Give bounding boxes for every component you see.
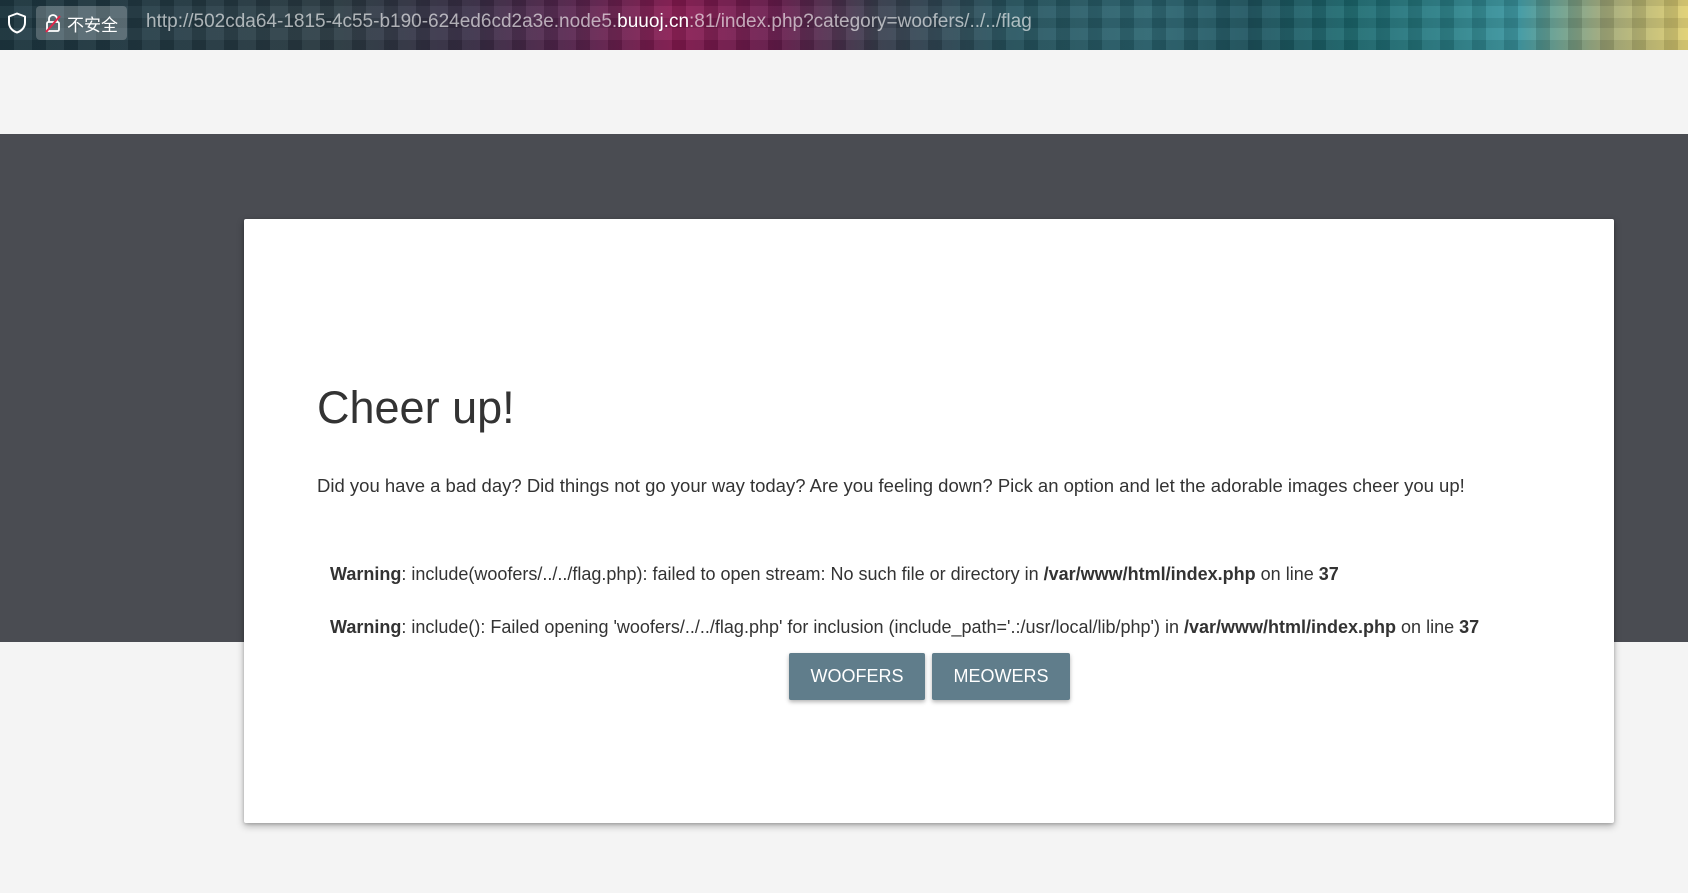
page-title: Cheer up! (317, 382, 515, 433)
shield-icon[interactable] (7, 12, 27, 34)
warning-label: Warning (330, 564, 402, 584)
warning-line-number: 37 (1318, 564, 1339, 584)
warning-file: /var/www/html/index.php (1184, 617, 1397, 637)
warning-label: Warning (330, 617, 402, 637)
warning-message: : include(): Failed opening 'woofers/../… (401, 617, 1185, 637)
meowers-button[interactable]: MEOWERS (932, 653, 1070, 700)
php-warning: Warning: include(): Failed opening 'woof… (330, 617, 1479, 638)
intro-text: Did you have a bad day? Did things not g… (317, 475, 1465, 496)
url-host: buuoj.cn (617, 11, 690, 32)
warning-line-text: on line (1396, 617, 1460, 637)
page-top-band (0, 50, 1688, 134)
url-suffix: :81/index.php?category=woofers/../../fla… (689, 11, 1032, 32)
browser-address-bar: 不安全 http://502cda64-1815-4c55-b190-624ed… (0, 0, 1688, 50)
warning-file: /var/www/html/index.php (1043, 564, 1256, 584)
woofers-button[interactable]: WOOFERS (789, 653, 925, 700)
warning-line-text: on line (1255, 564, 1319, 584)
insecure-lock-icon (45, 14, 61, 33)
content-card: Cheer up! Did you have a bad day? Did th… (244, 219, 1614, 823)
warning-line-number: 37 (1459, 617, 1480, 637)
url-prefix: http://502cda64-1815-4c55-b190-624ed6cd2… (146, 11, 618, 32)
site-security-indicator[interactable]: 不安全 (36, 6, 127, 40)
category-buttons: WOOFERS MEOWERS (789, 653, 1070, 700)
warning-message: : include(woofers/../../flag.php): faile… (401, 564, 1044, 584)
url-field[interactable]: http://502cda64-1815-4c55-b190-624ed6cd2… (146, 11, 1032, 33)
php-warning: Warning: include(woofers/../../flag.php)… (330, 564, 1339, 585)
security-label: 不安全 (67, 15, 118, 36)
